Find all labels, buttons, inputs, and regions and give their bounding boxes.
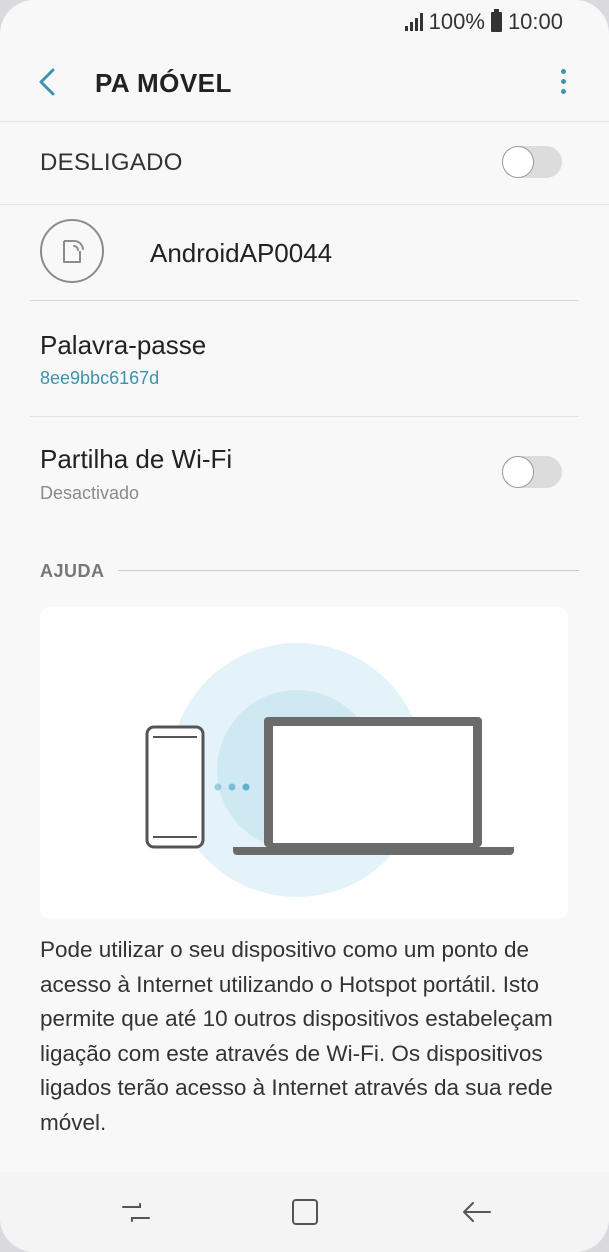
battery-icon: [490, 9, 502, 32]
connection-dots: [214, 783, 250, 791]
help-section-header: AJUDA: [40, 561, 105, 581]
clock: 10:00: [507, 9, 563, 34]
status-indicators: 100% 10:00: [404, 9, 563, 35]
divider: [30, 300, 579, 301]
toggle-knob: [502, 146, 534, 178]
password-row[interactable]: Palavra-passe 8ee9bbc6167d: [0, 302, 609, 416]
network-name-row[interactable]: AndroidAP0044: [0, 205, 609, 301]
chevron-left-icon: [39, 68, 55, 96]
hotspot-illustration: [40, 607, 568, 919]
battery-percent: 100%: [428, 9, 485, 34]
toggle-knob: [502, 456, 534, 488]
network-name: AndroidAP0044: [150, 238, 333, 268]
back-button[interactable]: [28, 62, 68, 102]
password-title: Palavra-passe: [40, 330, 207, 360]
phone-hotspot-icon: [40, 219, 104, 283]
hotspot-master-switch-row[interactable]: DESLIGADO: [0, 122, 609, 204]
status-bar: 100% 10:00: [0, 0, 609, 44]
back-arrow-icon: [463, 1202, 491, 1222]
wifi-sharing-row[interactable]: Partilha de Wi-Fi Desactivado: [0, 417, 609, 527]
home-button[interactable]: [285, 1192, 325, 1232]
help-description: Pode utilizar o seu dispositivo como um …: [40, 937, 553, 1135]
wifi-sharing-title: Partilha de Wi-Fi: [40, 444, 233, 474]
navigation-bar: [0, 1172, 609, 1252]
help-divider: [118, 570, 579, 571]
phone-graphic: [145, 725, 205, 849]
hotspot-state-label: DESLIGADO: [40, 149, 183, 176]
app-bar: PA MÓVEL: [0, 44, 609, 120]
signal-icon: [404, 13, 423, 31]
page-title: PA MÓVEL: [95, 68, 232, 98]
password-value: 8ee9bbc6167d: [40, 368, 160, 388]
more-vertical-icon: [553, 69, 573, 94]
home-icon: [292, 1199, 318, 1225]
screen: 100% 10:00 PA MÓVEL DESLIGADO AndroidAP0…: [0, 0, 609, 1252]
laptop-graphic: [233, 717, 514, 855]
recents-icon: [122, 1203, 150, 1222]
recents-button[interactable]: [116, 1192, 156, 1232]
more-options-button[interactable]: [553, 64, 573, 104]
nav-back-button[interactable]: [456, 1192, 496, 1232]
wifi-sharing-status: Desactivado: [40, 483, 140, 503]
hotspot-toggle[interactable]: [502, 146, 562, 178]
wifi-sharing-toggle[interactable]: [502, 456, 562, 488]
